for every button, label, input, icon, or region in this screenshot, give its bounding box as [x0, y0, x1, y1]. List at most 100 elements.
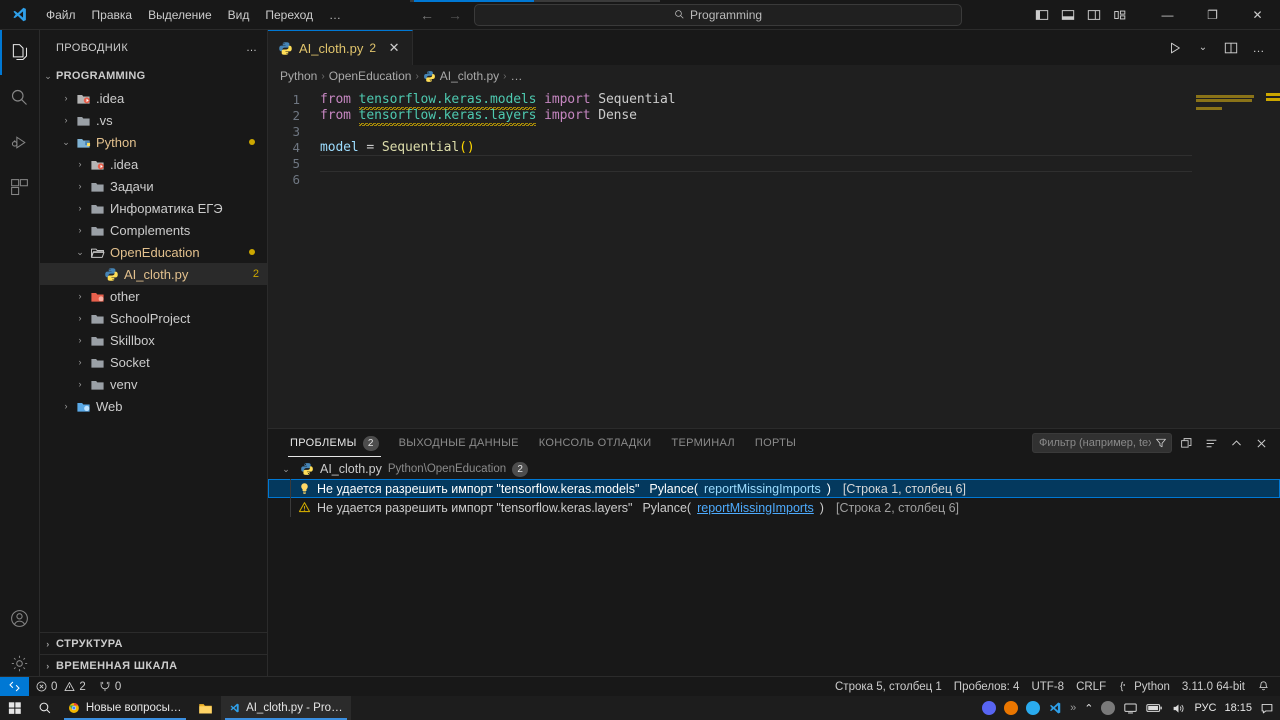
tree-folder-3[interactable]: › .idea — [40, 153, 267, 175]
minimap[interactable] — [1192, 87, 1266, 428]
editor-more-actions-icon[interactable]: … — [1246, 35, 1272, 61]
tree-folder-2[interactable]: ⌄ Python — [40, 131, 267, 153]
view-as-table-button[interactable] — [1200, 432, 1222, 454]
tree-folder-12[interactable]: › Socket — [40, 351, 267, 373]
customize-layout-icon[interactable] — [1109, 4, 1131, 26]
file-tree[interactable]: ⌄ PROGRAMMING › .idea › .vs ⌄ Python › .idea › За… — [40, 65, 267, 417]
chevron-down-icon[interactable]: ⌄ — [278, 464, 294, 475]
forward-arrow-icon[interactable]: → — [448, 8, 462, 22]
discord-icon[interactable] — [982, 701, 997, 715]
status-interpreter[interactable]: 3.11.0 64-bit — [1176, 677, 1251, 697]
menu-view[interactable]: Вид — [220, 4, 258, 26]
toggle-primary-sidebar-icon[interactable] — [1031, 4, 1053, 26]
breadcrumb-item-openeducation[interactable]: OpenEducation — [329, 69, 412, 83]
tab-output[interactable]: ВЫХОДНЫЕ ДАННЫЕ — [389, 429, 529, 457]
collapse-all-button[interactable] — [1175, 432, 1197, 454]
menu-bar[interactable]: Файл Правка Выделение Вид Переход … — [38, 4, 351, 26]
window-close-button[interactable]: ✕ — [1235, 0, 1280, 30]
chevron-right-icon[interactable]: › — [72, 181, 88, 191]
menu-edit[interactable]: Правка — [84, 4, 141, 26]
chevron-right-icon[interactable]: › — [72, 357, 88, 367]
chevron-right-icon[interactable]: › — [72, 313, 88, 323]
tab-terminal[interactable]: ТЕРМИНАЛ — [661, 429, 744, 457]
problem-item[interactable]: Не удается разрешить импорт "tensorflow.… — [268, 479, 1280, 498]
status-encoding[interactable]: UTF-8 — [1025, 677, 1070, 697]
tray-language[interactable]: РУС — [1194, 702, 1216, 714]
problem-item[interactable]: Не удается разрешить импорт "tensorflow.… — [268, 498, 1280, 517]
split-editor-button[interactable] — [1218, 35, 1244, 61]
onedrive-icon[interactable] — [1101, 701, 1116, 715]
chevron-down-icon[interactable]: ⌄ — [40, 71, 56, 82]
tray-clock[interactable]: 18:15 — [1224, 702, 1252, 714]
navigation-arrows[interactable]: ← → — [420, 8, 462, 22]
status-line-column[interactable]: Строка 5, столбец 1 — [829, 677, 948, 697]
volume-icon[interactable] — [1171, 702, 1186, 715]
explorer-more-actions-icon[interactable]: … — [241, 37, 263, 59]
telegram-icon[interactable] — [1026, 701, 1041, 715]
taskbar-search-button[interactable] — [30, 696, 60, 720]
blender-icon[interactable] — [1004, 701, 1019, 715]
run-options-chevron[interactable]: ⌄ — [1190, 35, 1216, 61]
command-center[interactable]: Programming — [474, 3, 963, 26]
chevron-right-icon[interactable]: › — [58, 401, 74, 411]
code-editor[interactable]: 1 from tensorflow.keras.models import Seq… — [268, 87, 1280, 428]
notification-icon[interactable] — [1260, 702, 1274, 715]
menu-selection[interactable]: Выделение — [140, 4, 220, 26]
chevron-right-icon[interactable]: › — [72, 291, 88, 301]
chevron-right-icon[interactable]: › — [72, 225, 88, 235]
maximize-panel-button[interactable] — [1225, 432, 1247, 454]
tree-folder-11[interactable]: › Skillbox — [40, 329, 267, 351]
tree-root-programming[interactable]: ⌄ PROGRAMMING — [40, 65, 267, 87]
tree-file-ai-cloth-py[interactable]: AI_cloth.py 2 — [40, 263, 267, 285]
window-maximize-button[interactable]: ❐ — [1190, 0, 1235, 30]
tree-folder-7[interactable]: ⌄ OpenEducation — [40, 241, 267, 263]
remote-window-button[interactable] — [0, 676, 29, 697]
breadcrumb-item-file[interactable]: AI_cloth.py — [423, 69, 499, 83]
chevron-right-icon[interactable]: › — [72, 379, 88, 389]
problem-code-link[interactable]: reportMissingImports — [697, 501, 814, 515]
chevron-right-icon[interactable]: › — [72, 203, 88, 213]
tab-close-icon[interactable]: ✕ — [386, 40, 402, 56]
problems-list[interactable]: ⌄ AI_cloth.py Python\OpenEducation 2 Не … — [268, 457, 1280, 517]
status-eol[interactable]: CRLF — [1070, 677, 1112, 697]
monitor-icon[interactable] — [1123, 702, 1138, 715]
taskbar-app-chrome[interactable]: Новые вопросы — … — [60, 696, 190, 720]
tab-debug-console[interactable]: КОНСОЛЬ ОТЛАДКИ — [529, 429, 662, 457]
toggle-secondary-sidebar-icon[interactable] — [1083, 4, 1105, 26]
tree-folder-10[interactable]: › SchoolProject — [40, 307, 267, 329]
tree-folder-5[interactable]: › Информатика ЕГЭ — [40, 197, 267, 219]
window-minimize-button[interactable]: ― — [1145, 0, 1190, 30]
breadcrumb-item-symbols[interactable]: … — [511, 69, 523, 83]
chevron-right-icon[interactable]: › — [58, 93, 74, 103]
accounts-button[interactable] — [0, 596, 40, 641]
sidebar-item-run-debug[interactable] — [0, 120, 40, 165]
status-notifications[interactable] — [1251, 677, 1276, 697]
sidebar-section-timeline[interactable]: › ВРЕМЕННАЯ ШКАЛА — [40, 654, 267, 676]
vscode-icon[interactable] — [1048, 701, 1062, 715]
breadcrumb[interactable]: Python › OpenEducation › AI_cloth.py › … — [268, 65, 1280, 87]
tree-folder-1[interactable]: › .vs — [40, 109, 267, 131]
tray-overflow-icon[interactable]: » — [1070, 702, 1076, 714]
tree-folder-14[interactable]: › Web — [40, 395, 267, 417]
tab-ai-cloth-py[interactable]: AI_cloth.py 2 ✕ — [268, 30, 414, 65]
menu-file[interactable]: Файл — [38, 4, 84, 26]
chevron-right-icon[interactable]: › — [72, 335, 88, 345]
taskbar-app-file-explorer[interactable] — [190, 696, 221, 720]
tree-folder-6[interactable]: › Complements — [40, 219, 267, 241]
close-panel-button[interactable] — [1250, 432, 1272, 454]
battery-icon[interactable] — [1146, 702, 1163, 714]
breadcrumb-item-python[interactable]: Python — [280, 69, 317, 83]
menu-go[interactable]: Переход — [257, 4, 321, 26]
status-language-mode[interactable]: Python — [1112, 677, 1176, 697]
chevron-down-icon[interactable]: ⌄ — [72, 247, 88, 258]
back-arrow-icon[interactable]: ← — [420, 8, 434, 22]
tree-folder-13[interactable]: › venv — [40, 373, 267, 395]
overview-ruler[interactable] — [1266, 87, 1280, 428]
tree-folder-4[interactable]: › Задачи — [40, 175, 267, 197]
taskbar-app-vscode[interactable]: AI_cloth.py - Program… — [221, 696, 351, 720]
run-python-file-button[interactable] — [1162, 35, 1188, 61]
tree-folder-9[interactable]: › other — [40, 285, 267, 307]
start-button[interactable] — [0, 696, 30, 720]
toggle-panel-icon[interactable] — [1057, 4, 1079, 26]
problems-file-group[interactable]: ⌄ AI_cloth.py Python\OpenEducation 2 — [268, 459, 1280, 479]
